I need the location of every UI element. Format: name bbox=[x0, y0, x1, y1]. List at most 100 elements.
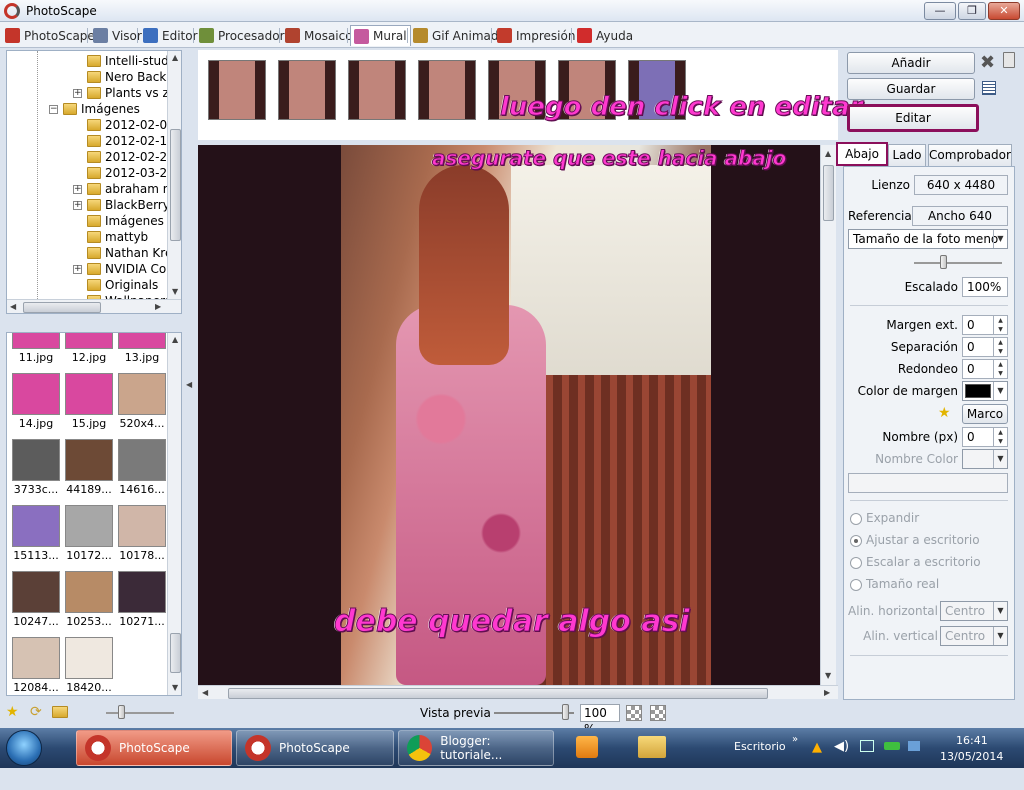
expand-icon[interactable]: + bbox=[73, 185, 82, 194]
tree-item[interactable]: Originals bbox=[87, 277, 158, 293]
escritorio-label[interactable]: Escritorio bbox=[734, 740, 786, 780]
color-margen-picker[interactable]: ▼ bbox=[962, 381, 1008, 401]
scroll-left-icon[interactable]: ◀ bbox=[10, 302, 16, 311]
thumbnail-item[interactable]: 18420... bbox=[65, 637, 113, 694]
scroll-down-icon[interactable]: ▼ bbox=[172, 287, 178, 296]
rotate-icon[interactable]: ⟳ bbox=[30, 704, 42, 720]
fit-screen-icon[interactable] bbox=[650, 705, 666, 721]
tab-comprobador[interactable]: Comprobador bbox=[928, 144, 1012, 166]
expand-icon[interactable]: + bbox=[73, 265, 82, 274]
tree-vertical-scrollbar[interactable]: ▲ ▼ bbox=[167, 51, 181, 299]
clock-date[interactable]: 13/05/2014 bbox=[940, 750, 1003, 790]
tab-abajo[interactable]: Abajo bbox=[836, 142, 888, 166]
scroll-down-icon[interactable]: ▼ bbox=[172, 683, 178, 692]
thumbnail-size-slider[interactable] bbox=[106, 712, 174, 714]
network-icon[interactable] bbox=[860, 740, 874, 752]
separacion-spinner[interactable]: ▲ ▼ bbox=[993, 338, 1007, 356]
tab-editor[interactable]: Editor bbox=[140, 25, 201, 46]
media-player-icon[interactable] bbox=[576, 736, 598, 758]
warning-icon[interactable]: ▲ bbox=[812, 740, 822, 780]
tree-item[interactable]: Nero BackI bbox=[87, 69, 170, 85]
frame-star-icon[interactable]: ★ bbox=[938, 405, 951, 421]
radio-button[interactable] bbox=[850, 579, 862, 591]
canvas-vscroll-thumb[interactable] bbox=[823, 165, 834, 221]
panel-splitter[interactable]: ◀ bbox=[184, 50, 196, 700]
battery-icon[interactable] bbox=[884, 742, 900, 750]
thumbnail-scroll-thumb[interactable] bbox=[170, 633, 181, 673]
open-folder-icon[interactable] bbox=[52, 706, 68, 718]
tab-procesador[interactable]: Procesador bbox=[196, 25, 288, 46]
thumbnail-item[interactable]: 10271... bbox=[118, 571, 166, 628]
thumbnail-item[interactable]: 10253... bbox=[65, 571, 113, 628]
taskbar-task[interactable]: Blogger: tutoriale... bbox=[398, 730, 554, 766]
tree-item[interactable]: mattyb bbox=[87, 229, 148, 245]
expand-icon[interactable]: + bbox=[73, 89, 82, 98]
thumbnail-item[interactable]: 12084... bbox=[12, 637, 60, 694]
tree-item[interactable]: Imágenes bbox=[63, 101, 140, 117]
thumbnail-item[interactable]: 3733c... bbox=[12, 439, 60, 496]
chevron-down-icon[interactable]: ▼ bbox=[993, 627, 1007, 645]
separacion-input[interactable]: 0 ▲ ▼ bbox=[962, 337, 1008, 357]
transparency-toggle-icon[interactable] bbox=[626, 705, 642, 721]
nombre-px-input[interactable]: 0 ▲ ▼ bbox=[962, 427, 1008, 447]
name-text-input[interactable] bbox=[848, 473, 1008, 493]
tree-scroll-thumb[interactable] bbox=[170, 129, 181, 241]
marco-button[interactable]: Marco bbox=[962, 404, 1008, 424]
radio-label[interactable]: Tamaño real bbox=[866, 577, 939, 591]
thumbnail-item[interactable]: 12.jpg bbox=[65, 333, 113, 364]
tree-item[interactable]: NVIDIA Cor bbox=[87, 261, 171, 277]
tab-mosaico[interactable]: Mosaico bbox=[282, 25, 356, 46]
tab-ayuda[interactable]: Ayuda bbox=[574, 25, 636, 46]
thumbnail-item[interactable]: 15.jpg bbox=[65, 373, 113, 430]
canvas-hscroll-thumb[interactable] bbox=[228, 688, 768, 699]
canvas-horizontal-scrollbar[interactable]: ◀ ▶ bbox=[198, 685, 838, 699]
filmstrip-photo[interactable] bbox=[278, 60, 336, 120]
redondeo-spinner[interactable]: ▲ ▼ bbox=[993, 360, 1007, 378]
canvas-vertical-scrollbar[interactable]: ▲ ▼ bbox=[820, 145, 836, 685]
radio-label[interactable]: Escalar a escritorio bbox=[866, 555, 981, 569]
favorite-star-icon[interactable]: ★ bbox=[6, 704, 19, 720]
edit-button[interactable]: Editar bbox=[847, 104, 979, 132]
tree-item[interactable]: 2012-02-08 bbox=[87, 117, 175, 133]
collapse-arrow-icon[interactable]: ◀ bbox=[186, 380, 192, 389]
thumbnail-item[interactable]: 10178... bbox=[118, 505, 166, 562]
maximize-button[interactable]: ❐ bbox=[958, 2, 986, 20]
taskbar-task[interactable]: PhotoScape bbox=[236, 730, 394, 766]
thumbnail-scrollbar[interactable]: ▲ ▼ bbox=[167, 333, 181, 695]
scroll-down-icon[interactable]: ▼ bbox=[825, 671, 831, 680]
scroll-up-icon[interactable]: ▲ bbox=[825, 149, 831, 158]
tree-hscroll-thumb[interactable] bbox=[23, 302, 101, 313]
file-explorer-icon[interactable] bbox=[638, 736, 666, 758]
filmstrip-photo[interactable] bbox=[208, 60, 266, 120]
close-button[interactable]: ✕ bbox=[988, 2, 1020, 20]
tab-lado[interactable]: Lado bbox=[888, 144, 926, 166]
scale-slider-knob[interactable] bbox=[940, 255, 947, 269]
start-button[interactable] bbox=[6, 730, 42, 766]
thumbnail-item[interactable]: 13.jpg bbox=[118, 333, 166, 364]
tab-impresión[interactable]: Impresión bbox=[494, 25, 578, 46]
radio-button[interactable] bbox=[850, 513, 862, 525]
tree-item[interactable]: Imágenes c bbox=[87, 213, 174, 229]
taskbar-task[interactable]: PhotoScape bbox=[76, 730, 232, 766]
tree-item[interactable]: 2012-03-25 bbox=[87, 165, 175, 181]
show-more-icon[interactable]: » bbox=[792, 734, 798, 774]
tree-item[interactable]: BlackBerry bbox=[87, 197, 170, 213]
tree-item[interactable]: Nathan Kre bbox=[87, 245, 172, 261]
zoom-value[interactable]: 100 % bbox=[580, 704, 620, 736]
filmstrip-photo[interactable] bbox=[348, 60, 406, 120]
thumbnail-item[interactable]: 10172... bbox=[65, 505, 113, 562]
scroll-right-icon[interactable]: ▶ bbox=[155, 302, 161, 311]
escalado-input[interactable]: 100% bbox=[962, 277, 1008, 297]
thumbnail-item[interactable]: 11.jpg bbox=[12, 333, 60, 364]
thumbnail-item[interactable]: 15113... bbox=[12, 505, 60, 562]
save-button[interactable]: Guardar bbox=[847, 78, 975, 100]
tree-horizontal-scrollbar[interactable]: ◀ ▶ bbox=[7, 299, 181, 313]
thumbnail-item[interactable]: 10247... bbox=[12, 571, 60, 628]
tree-item[interactable]: 2012-02-13 bbox=[87, 133, 175, 149]
collapse-icon[interactable]: − bbox=[49, 105, 58, 114]
alin-horizontal-select[interactable]: Centro ▼ bbox=[940, 601, 1008, 621]
minimize-button[interactable]: — bbox=[924, 2, 956, 20]
tab-photoscape[interactable]: PhotoScape bbox=[2, 25, 98, 46]
display-icon[interactable] bbox=[908, 741, 920, 751]
remove-x-icon[interactable]: ✖ bbox=[980, 52, 995, 73]
